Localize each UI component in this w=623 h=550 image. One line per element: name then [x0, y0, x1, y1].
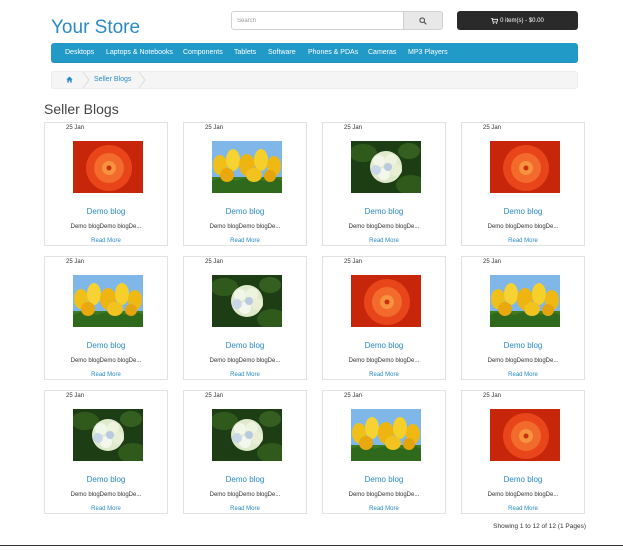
- blog-image-yellow-tulips[interactable]: [73, 275, 143, 327]
- blog-title-link[interactable]: Demo blog: [184, 341, 306, 350]
- read-more-link[interactable]: Read More: [462, 506, 584, 512]
- menu-item-phones-pdas[interactable]: Phones & PDAs: [308, 43, 358, 62]
- blog-image-yellow-tulips[interactable]: [490, 275, 560, 327]
- blog-card: 25 Jan Demo blog Demo blogDemo blogDe...…: [183, 256, 307, 380]
- blog-card: 25 Jan Demo blog Demo blogDemo blogDe...…: [44, 256, 168, 380]
- blog-card: 25 Jan Demo blog Demo blogDemo blogDe...…: [183, 122, 307, 246]
- breadcrumb-separator: [138, 72, 146, 88]
- blog-date: 25 Jan: [66, 125, 85, 131]
- blog-title-link[interactable]: Demo blog: [462, 475, 584, 484]
- home-icon[interactable]: [66, 76, 73, 83]
- blog-date: 25 Jan: [344, 125, 363, 131]
- blog-title-link[interactable]: Demo blog: [184, 207, 306, 216]
- blog-image-red-dahlia[interactable]: [351, 275, 421, 327]
- blog-date: 25 Jan: [66, 393, 85, 399]
- blog-date: 25 Jan: [205, 393, 224, 399]
- read-more-link[interactable]: Read More: [45, 372, 167, 378]
- blog-excerpt: Demo blogDemo blogDe...: [70, 358, 142, 364]
- blog-card: 25 Jan Demo blog Demo blogDemo blogDe...…: [461, 390, 585, 514]
- menu-item-tablets[interactable]: Tablets: [234, 43, 256, 62]
- blog-image-white-hydrangea[interactable]: [73, 409, 143, 461]
- blog-excerpt: Demo blogDemo blogDe...: [348, 224, 420, 230]
- blog-date: 25 Jan: [483, 393, 502, 399]
- search-icon: [419, 16, 427, 25]
- read-more-link[interactable]: Read More: [45, 506, 167, 512]
- main-menu: Desktops Laptops & Notebooks Components …: [51, 43, 578, 63]
- blog-title-link[interactable]: Demo blog: [45, 207, 167, 216]
- blog-date: 25 Jan: [344, 259, 363, 265]
- blog-image-yellow-tulips[interactable]: [351, 409, 421, 461]
- read-more-link[interactable]: Read More: [323, 506, 445, 512]
- blog-excerpt: Demo blogDemo blogDe...: [487, 492, 559, 498]
- blog-excerpt: Demo blogDemo blogDe...: [487, 358, 559, 364]
- store-logo[interactable]: Your Store: [51, 17, 140, 39]
- blog-date: 25 Jan: [205, 259, 224, 265]
- menu-item-cameras[interactable]: Cameras: [368, 43, 396, 62]
- blog-image-red-dahlia[interactable]: [73, 141, 143, 193]
- blog-image-white-hydrangea[interactable]: [212, 275, 282, 327]
- blog-excerpt: Demo blogDemo blogDe...: [348, 358, 420, 364]
- blog-card: 25 Jan Demo blog Demo blogDemo blogDe...…: [322, 122, 446, 246]
- read-more-link[interactable]: Read More: [462, 238, 584, 244]
- blog-title-link[interactable]: Demo blog: [45, 475, 167, 484]
- blog-title-link[interactable]: Demo blog: [462, 341, 584, 350]
- blog-excerpt: Demo blogDemo blogDe...: [209, 492, 281, 498]
- search-button[interactable]: [403, 11, 443, 30]
- blog-image-red-dahlia[interactable]: [490, 409, 560, 461]
- blog-date: 25 Jan: [483, 259, 502, 265]
- search-bar: [231, 11, 443, 30]
- blog-card: 25 Jan Demo blog Demo blogDemo blogDe...…: [322, 256, 446, 380]
- search-input[interactable]: [231, 11, 403, 30]
- pagination-summary: Showing 1 to 12 of 12 (1 Pages): [493, 523, 586, 530]
- blog-excerpt: Demo blogDemo blogDe...: [209, 224, 281, 230]
- breadcrumb-separator: [82, 72, 90, 88]
- menu-item-laptops-notebooks[interactable]: Laptops & Notebooks: [106, 43, 173, 62]
- blog-date: 25 Jan: [483, 125, 502, 131]
- cart-button[interactable]: 0 item(s) - $0.00: [457, 11, 578, 30]
- blog-date: 25 Jan: [66, 259, 85, 265]
- cart-icon: [491, 17, 499, 24]
- blog-grid: 25 Jan Demo blog Demo blogDemo blogDe...…: [44, 122, 586, 515]
- menu-item-components[interactable]: Components: [183, 43, 223, 62]
- blog-title-link[interactable]: Demo blog: [462, 207, 584, 216]
- menu-item-desktops[interactable]: Desktops: [65, 43, 94, 62]
- blog-title-link[interactable]: Demo blog: [323, 475, 445, 484]
- menu-item-software[interactable]: Software: [268, 43, 296, 62]
- blog-excerpt: Demo blogDemo blogDe...: [70, 224, 142, 230]
- breadcrumb: Seller Blogs: [51, 71, 578, 89]
- read-more-link[interactable]: Read More: [184, 238, 306, 244]
- blog-image-red-dahlia[interactable]: [490, 141, 560, 193]
- breadcrumb-current[interactable]: Seller Blogs: [94, 72, 131, 88]
- blog-image-white-hydrangea[interactable]: [351, 141, 421, 193]
- read-more-link[interactable]: Read More: [184, 372, 306, 378]
- read-more-link[interactable]: Read More: [45, 238, 167, 244]
- blog-title-link[interactable]: Demo blog: [323, 341, 445, 350]
- blog-date: 25 Jan: [205, 125, 224, 131]
- blog-image-white-hydrangea[interactable]: [212, 409, 282, 461]
- blog-excerpt: Demo blogDemo blogDe...: [70, 492, 142, 498]
- footer-divider: [0, 545, 623, 546]
- blog-excerpt: Demo blogDemo blogDe...: [348, 492, 420, 498]
- blog-card: 25 Jan Demo blog Demo blogDemo blogDe...…: [183, 390, 307, 514]
- blog-card: 25 Jan Demo blog Demo blogDemo blogDe...…: [322, 390, 446, 514]
- blog-card: 25 Jan Demo blog Demo blogDemo blogDe...…: [44, 122, 168, 246]
- blog-card: 25 Jan Demo blog Demo blogDemo blogDe...…: [44, 390, 168, 514]
- blog-excerpt: Demo blogDemo blogDe...: [487, 224, 559, 230]
- blog-card: 25 Jan Demo blog Demo blogDemo blogDe...…: [461, 122, 585, 246]
- blog-title-link[interactable]: Demo blog: [323, 207, 445, 216]
- read-more-link[interactable]: Read More: [184, 506, 306, 512]
- blog-card: 25 Jan Demo blog Demo blogDemo blogDe...…: [461, 256, 585, 380]
- cart-summary: 0 item(s) - $0.00: [500, 17, 544, 24]
- blog-excerpt: Demo blogDemo blogDe...: [209, 358, 281, 364]
- blog-title-link[interactable]: Demo blog: [45, 341, 167, 350]
- blog-title-link[interactable]: Demo blog: [184, 475, 306, 484]
- menu-item-mp3-players[interactable]: MP3 Players: [408, 43, 448, 62]
- blog-date: 25 Jan: [344, 393, 363, 399]
- blog-image-yellow-tulips[interactable]: [212, 141, 282, 193]
- read-more-link[interactable]: Read More: [323, 372, 445, 378]
- read-more-link[interactable]: Read More: [323, 238, 445, 244]
- page-title: Seller Blogs: [44, 101, 119, 117]
- read-more-link[interactable]: Read More: [462, 372, 584, 378]
